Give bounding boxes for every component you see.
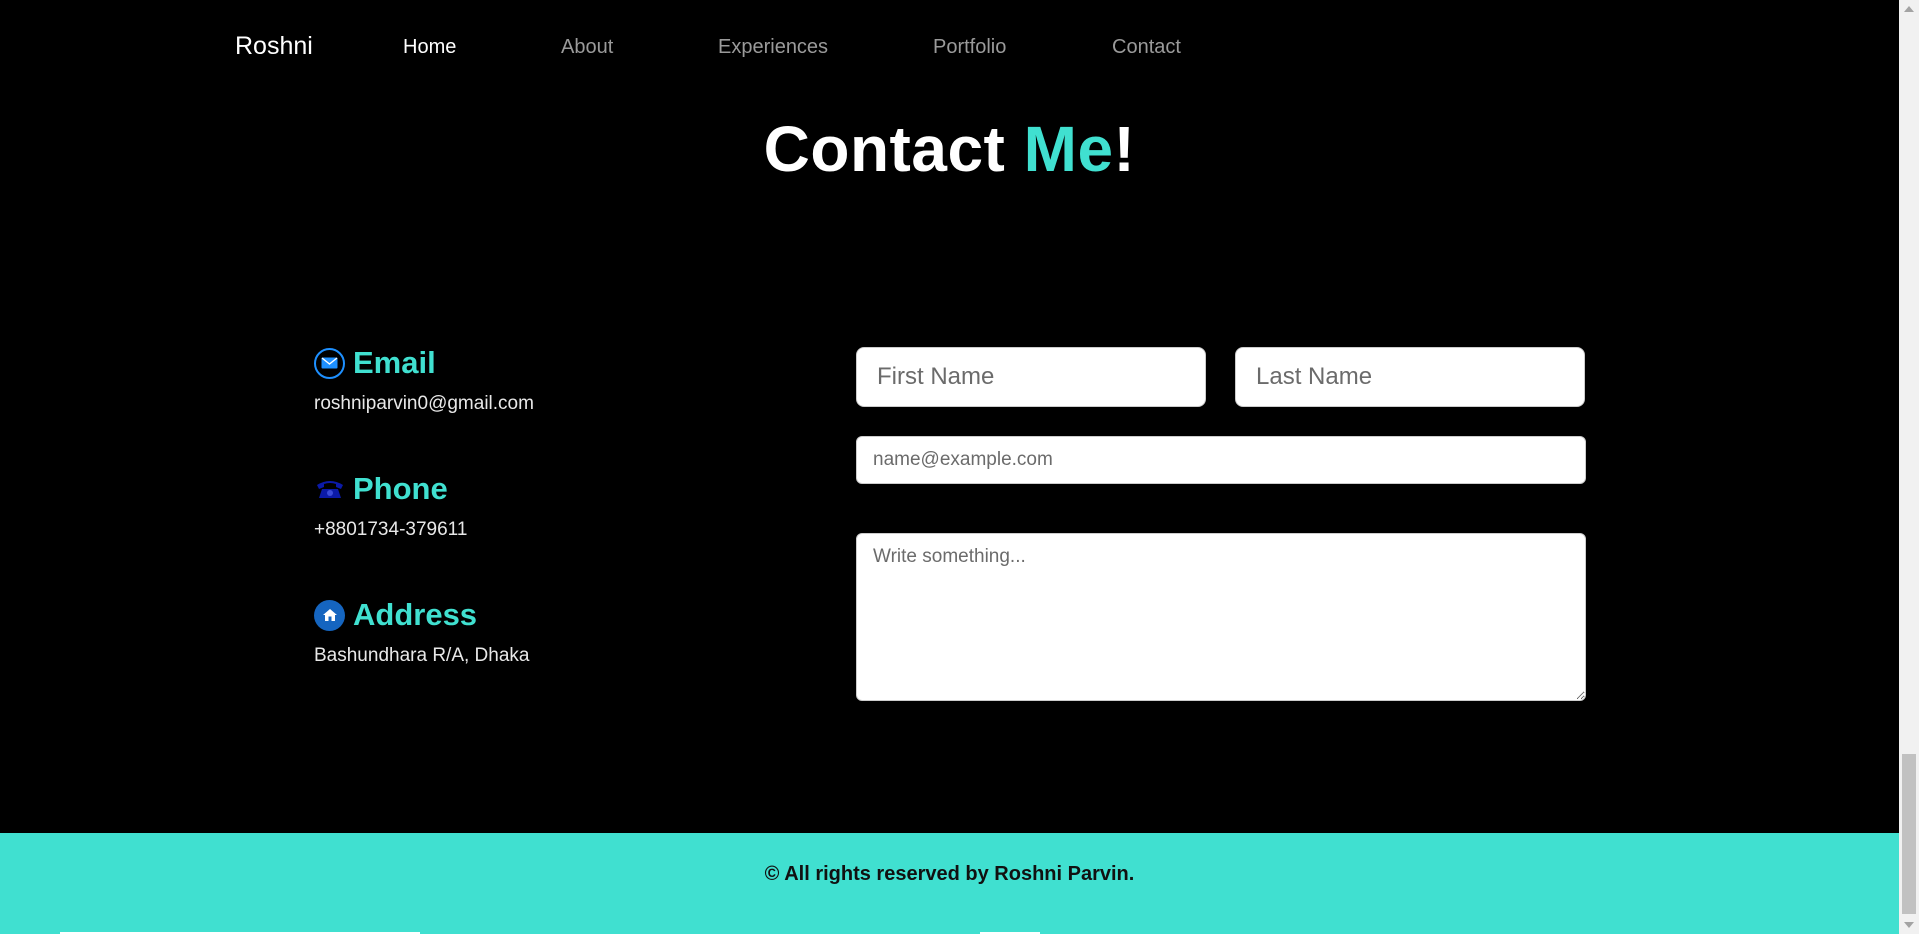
page: Roshni Home About Experiences Portfolio … [0, 0, 1919, 934]
email-label: Email [353, 345, 436, 380]
navbar: Roshni Home About Experiences Portfolio … [0, 0, 1899, 94]
nav-link-experiences[interactable]: Experiences [718, 36, 828, 59]
envelope-icon [314, 347, 345, 379]
phone-value: +8801734-379611 [314, 519, 468, 540]
footer-copyright: © All rights reserved by Roshni Parvin. [764, 863, 1135, 885]
page-title: Contact Me! [0, 112, 1899, 186]
scrollbar-thumb[interactable] [1902, 754, 1916, 914]
email-info: Email roshniparvin0@gmail.com [314, 345, 534, 415]
phone-info: Phone +8801734-379611 [314, 471, 467, 541]
scroll-up-arrow-icon[interactable] [1904, 6, 1914, 12]
scrollbar[interactable] [1899, 0, 1919, 934]
email-title: Email [314, 345, 534, 381]
address-label: Address [353, 597, 478, 632]
message-textarea[interactable] [856, 533, 1586, 701]
brand-logo[interactable]: Roshni [235, 32, 313, 61]
address-value: Bashundhara R/A, Dhaka [314, 645, 530, 666]
title-accent: Me [1023, 113, 1114, 185]
phone-label: Phone [353, 471, 448, 506]
email-input[interactable] [856, 436, 1586, 484]
address-info: Address Bashundhara R/A, Dhaka [314, 597, 529, 667]
phone-title: Phone [314, 471, 467, 507]
address-title: Address [314, 597, 529, 633]
title-text: Contact [763, 113, 1024, 185]
nav-link-portfolio[interactable]: Portfolio [933, 36, 1006, 59]
last-name-input[interactable] [1235, 347, 1585, 407]
nav-link-home[interactable]: Home [403, 36, 456, 59]
scroll-down-arrow-icon[interactable] [1904, 922, 1914, 928]
home-icon [314, 599, 345, 631]
nav-link-about[interactable]: About [561, 36, 613, 59]
email-value: roshniparvin0@gmail.com [314, 393, 534, 414]
phone-icon [314, 474, 345, 505]
first-name-input[interactable] [856, 347, 1206, 407]
footer: © All rights reserved by Roshni Parvin. [0, 833, 1899, 934]
nav-link-contact[interactable]: Contact [1112, 36, 1181, 59]
title-exclamation: ! [1113, 113, 1136, 185]
